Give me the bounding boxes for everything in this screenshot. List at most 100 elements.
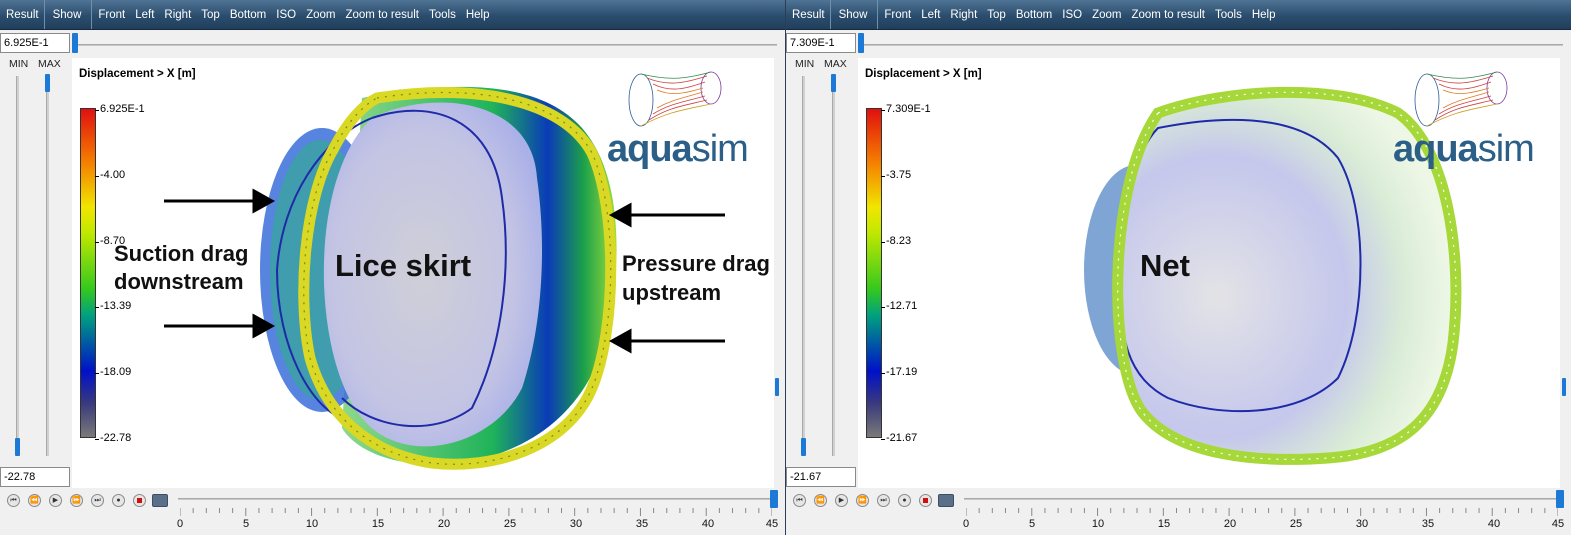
menu-zoom-to-result[interactable]: Zoom to result (1126, 0, 1210, 29)
record-icon[interactable]: ● (898, 494, 911, 507)
timeline-label: 35 (635, 518, 649, 530)
timeline-label: 40 (1487, 518, 1501, 530)
step-forward-icon[interactable]: ⏩ (70, 494, 83, 507)
logo-bold: aqua (1393, 128, 1479, 170)
timeline-label: 40 (701, 518, 715, 530)
camera-icon[interactable] (152, 494, 168, 507)
logo-bold: aqua (607, 128, 693, 170)
menu-help[interactable]: Help (1247, 0, 1281, 29)
menu-left[interactable]: Left (916, 0, 945, 29)
menu-iso[interactable]: ISO (1057, 0, 1087, 29)
play-icon[interactable]: ▶ (49, 494, 62, 507)
timeline-label: 5 (1028, 518, 1036, 530)
stop-icon[interactable] (133, 494, 146, 507)
max-slider-thumb[interactable] (72, 33, 78, 53)
timeline-track[interactable] (964, 498, 1560, 500)
viewport-3d[interactable]: Displacement > X [m] 7.309E-1 -3.75 -8.2… (858, 58, 1560, 488)
min-value-field[interactable] (0, 467, 70, 487)
menu-zoom[interactable]: Zoom (301, 0, 340, 29)
max-range-slider[interactable] (0, 31, 785, 55)
viewport-3d[interactable]: Displacement > X [m] 6.925E-1 -4.00 -8.7… (72, 58, 774, 488)
timeline-thumb[interactable] (1556, 490, 1564, 508)
menu-bottom[interactable]: Bottom (1011, 0, 1057, 29)
max-range-slider[interactable] (786, 31, 1571, 55)
skip-end-icon[interactable]: ⏭ (91, 494, 104, 507)
timeline-label: 20 (1223, 518, 1237, 530)
stop-icon[interactable] (919, 494, 932, 507)
skip-start-icon[interactable]: ⏮ (793, 494, 806, 507)
max-vertical-slider[interactable] (46, 76, 49, 456)
aquasim-logo-icon (628, 71, 722, 127)
menu-right[interactable]: Right (945, 0, 982, 29)
record-icon[interactable]: ● (112, 494, 125, 507)
logo-light: sim (1477, 128, 1535, 170)
menu-show[interactable]: Show (43, 0, 92, 29)
menu-result[interactable]: Result (786, 0, 830, 29)
max-slider-track[interactable] (76, 44, 777, 46)
max-vertical-slider[interactable] (832, 76, 835, 456)
skip-start-icon[interactable]: ⏮ (7, 494, 20, 507)
menu-top[interactable]: Top (196, 0, 225, 29)
menu-tools[interactable]: Tools (424, 0, 461, 29)
play-icon[interactable]: ▶ (835, 494, 848, 507)
max-vertical-thumb[interactable] (831, 74, 836, 92)
center-label: Lice skirt (335, 248, 472, 283)
menu-front[interactable]: Front (92, 0, 130, 29)
timeline-thumb[interactable] (770, 490, 778, 508)
timeline-label: 10 (1091, 518, 1105, 530)
menu-bottom[interactable]: Bottom (225, 0, 271, 29)
menu-result[interactable]: Result (0, 0, 44, 29)
min-vertical-slider[interactable] (16, 76, 19, 456)
min-vertical-slider[interactable] (802, 76, 805, 456)
min-vertical-thumb[interactable] (801, 438, 806, 456)
menu-left[interactable]: Left (130, 0, 159, 29)
aquasim-wordmark: aquasim (607, 128, 749, 171)
step-back-icon[interactable]: ⏪ (28, 494, 41, 507)
timeline-ticks (180, 508, 772, 516)
min-vertical-thumb[interactable] (15, 438, 20, 456)
logo-light: sim (691, 128, 749, 170)
menu-front[interactable]: Front (878, 0, 916, 29)
timeline-track[interactable] (178, 498, 774, 500)
max-label: MAX (824, 58, 847, 70)
camera-icon[interactable] (938, 494, 954, 507)
viewport-scroll-thumb[interactable] (775, 378, 779, 396)
max-vertical-thumb[interactable] (45, 74, 50, 92)
menu-top[interactable]: Top (982, 0, 1011, 29)
pressure-label-line1: Pressure drag (622, 251, 770, 276)
timeline-label: 10 (305, 518, 319, 530)
viewer-pane-left: Result Show Front Left Right Top Bottom … (0, 0, 785, 535)
max-value-field[interactable] (786, 33, 856, 53)
menu-tools[interactable]: Tools (1210, 0, 1247, 29)
max-slider-track[interactable] (862, 44, 1563, 46)
step-forward-icon[interactable]: ⏩ (856, 494, 869, 507)
timeline-label: 20 (437, 518, 451, 530)
timeline-label: 45 (1551, 518, 1565, 530)
playback-bar-right: ⏮ ⏪ ▶ ⏩ ⏭ ● 0 5 10 15 20 25 30 35 40 45 (786, 489, 1571, 535)
min-value-field[interactable] (786, 467, 856, 487)
menubar-left: Result Show Front Left Right Top Bottom … (0, 0, 785, 30)
menu-iso[interactable]: ISO (271, 0, 301, 29)
max-slider-thumb[interactable] (858, 33, 864, 53)
suction-label-line1: Suction drag (114, 241, 249, 266)
step-back-icon[interactable]: ⏪ (814, 494, 827, 507)
timeline-label: 30 (569, 518, 583, 530)
menu-show[interactable]: Show (829, 0, 878, 29)
aquasim-logo-icon (1414, 71, 1508, 127)
playback-bar-left: ⏮ ⏪ ▶ ⏩ ⏭ ● 0 5 10 15 20 25 30 35 40 45 (0, 489, 785, 535)
viewport-scroll-thumb[interactable] (1562, 378, 1566, 396)
menu-right[interactable]: Right (159, 0, 196, 29)
center-label: Net (1140, 248, 1190, 283)
menu-help[interactable]: Help (461, 0, 495, 29)
timeline-label: 25 (503, 518, 517, 530)
aquasim-wordmark: aquasim (1393, 128, 1535, 171)
menu-zoom[interactable]: Zoom (1087, 0, 1126, 29)
timeline-label: 45 (765, 518, 779, 530)
skip-end-icon[interactable]: ⏭ (877, 494, 890, 507)
max-value-field[interactable] (0, 33, 70, 53)
menu-zoom-to-result[interactable]: Zoom to result (340, 0, 424, 29)
timeline-label: 0 (962, 518, 970, 530)
timeline-label: 5 (242, 518, 250, 530)
min-label: MIN (9, 58, 29, 70)
viewer-pane-right: Result Show Front Left Right Top Bottom … (785, 0, 1571, 535)
